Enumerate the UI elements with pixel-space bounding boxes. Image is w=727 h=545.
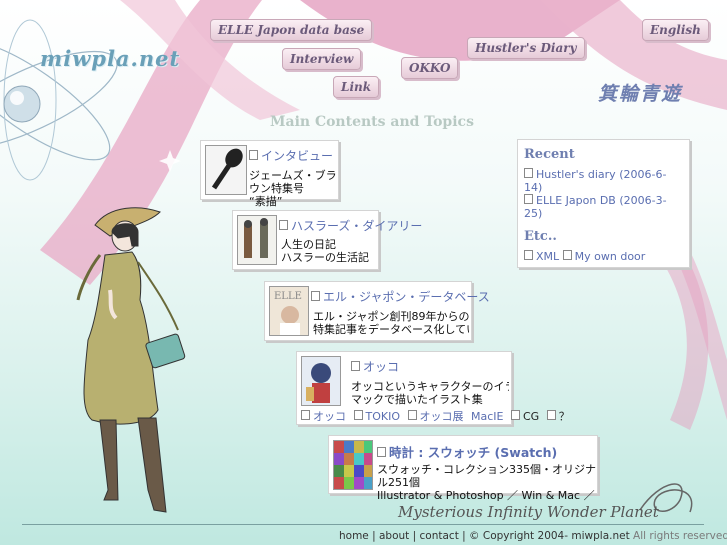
recent-heading: Recent: [524, 147, 575, 162]
svg-text:ELLE: ELLE: [274, 291, 302, 302]
card-description: 人生の日記 ハスラーの生活記: [281, 238, 369, 264]
page-icon: [249, 150, 258, 160]
card-description: スウォッチ・コレクション335個・オリジナル251個 Illustrator & …: [377, 463, 596, 502]
okko-link-text[interactable]: オッコ: [313, 410, 346, 423]
site-tagline: Mysterious Infinity Wonder Planet: [398, 503, 659, 521]
page-icon: [279, 220, 288, 230]
magazine-cover-thumbnail[interactable]: ELLE: [269, 286, 309, 336]
content-card-okko: オッコ オッコというキャラクターのイラストや作品を紹介していますマックで描いたイ…: [296, 351, 570, 425]
nav-elle-japon-button[interactable]: ELLE Japon data base: [210, 19, 373, 41]
nav-okko-button[interactable]: OKKO: [401, 57, 459, 79]
card-title-link[interactable]: インタビュー: [249, 147, 333, 164]
page-icon: [351, 361, 360, 371]
recent-item-hustler[interactable]: Hustler's diary (2006-6-14): [524, 168, 684, 194]
content-card-interview: インタビュー ジェームズ・ブラウン特集号 “素描”: [200, 140, 339, 208]
nav-link-button[interactable]: Link: [333, 76, 380, 98]
xml-link[interactable]: XML: [524, 250, 559, 263]
okko-exhibit-link-text[interactable]: オッコ展: [420, 410, 464, 423]
etc-links: XML My own door: [524, 250, 645, 263]
footer-divider: [22, 524, 704, 525]
main-section-title: Main Contents and Topics: [270, 114, 474, 130]
recent-item-elle[interactable]: ELLE Japon DB (2006-3-25): [524, 194, 684, 220]
swatch-collection-thumbnail[interactable]: [333, 440, 373, 490]
macie-link: MacIE: [471, 410, 503, 423]
okko-exhibit-link: オッコ展: [407, 410, 464, 423]
content-card-hustler: ハスラーズ・ダイアリー 人生の日記 ハスラーの生活記: [232, 210, 422, 270]
tokio-link-text[interactable]: TOKIO: [366, 410, 401, 423]
nav-hustler-diary-button[interactable]: Hustler's Diary: [467, 37, 585, 59]
card-description: エル・ジャポン創刊89年からの全号表紙イメージと特集記事をデータベース化していま…: [313, 310, 469, 336]
etc-heading: Etc..: [524, 229, 557, 244]
okko-link: オッコ: [301, 410, 346, 423]
card-title-link[interactable]: ハスラーズ・ダイアリー: [279, 217, 422, 234]
copyright-text: © Copyright 2004-: [469, 530, 569, 542]
recent-sidebar: Recent Hustler's diary (2006-6-14) ELLE …: [517, 139, 690, 268]
card-title-link[interactable]: オッコ: [351, 358, 399, 375]
nav-english-button[interactable]: English: [642, 19, 709, 41]
macie-link-text[interactable]: MacIE: [471, 410, 503, 423]
page-icon: [353, 410, 363, 420]
footer: home | about | contact | © Copyright 200…: [339, 530, 727, 542]
nav-interview-button[interactable]: Interview: [282, 48, 362, 70]
tokio-link: TOKIO: [353, 410, 401, 423]
footer-site-link[interactable]: miwpla.net: [571, 530, 629, 542]
footer-contact-link[interactable]: contact: [420, 530, 459, 542]
site-jp-title: 箕輪青遊: [598, 83, 683, 105]
content-card-elle-japon: ELLE エル・ジャポン・データベース エル・ジャポン創刊89年からの全号表紙イ…: [264, 281, 490, 341]
my-own-door-link[interactable]: My own door: [562, 250, 645, 263]
footer-about-link[interactable]: about: [379, 530, 409, 542]
page-icon: [510, 410, 520, 420]
unknown-link-text[interactable]: ？: [559, 410, 570, 423]
page-icon: [311, 291, 320, 301]
card-description: オッコというキャラクターのイラストや作品を紹介していますマックで描いたイラスト集: [351, 380, 509, 406]
page-icon: [301, 410, 310, 420]
okko-sublinks: オッコ TOKIO オッコ展 MacIE CG ？: [301, 408, 574, 424]
rights-text: All rights reserved.: [633, 530, 727, 542]
page-icon: [524, 194, 533, 204]
page-icon: [407, 410, 417, 420]
page-icon: [546, 410, 556, 420]
card-title-link[interactable]: エル・ジャポン・データベース: [311, 288, 490, 305]
card-description: ジェームズ・ブラウン特集号 “素描”: [249, 169, 337, 208]
page-icon: [377, 447, 386, 457]
cg-link: CG: [510, 410, 539, 423]
page-icon: [562, 250, 572, 260]
card-title-link[interactable]: 時計 : スウォッチ (Swatch): [377, 442, 557, 461]
unknown-link: ？: [546, 410, 570, 423]
figures-thumbnail[interactable]: [237, 215, 277, 265]
page-icon: [524, 168, 533, 178]
content-card-swatch: 時計 : スウォッチ (Swatch) スウォッチ・コレクション335個・オリジ…: [328, 435, 598, 502]
page-icon: [524, 250, 533, 260]
microphone-thumbnail[interactable]: [205, 145, 247, 195]
site-logo[interactable]: miwpla.net: [40, 46, 180, 71]
cg-link-text[interactable]: CG: [523, 410, 539, 423]
footer-home-link[interactable]: home: [339, 530, 369, 542]
character-thumbnail[interactable]: [301, 356, 341, 406]
